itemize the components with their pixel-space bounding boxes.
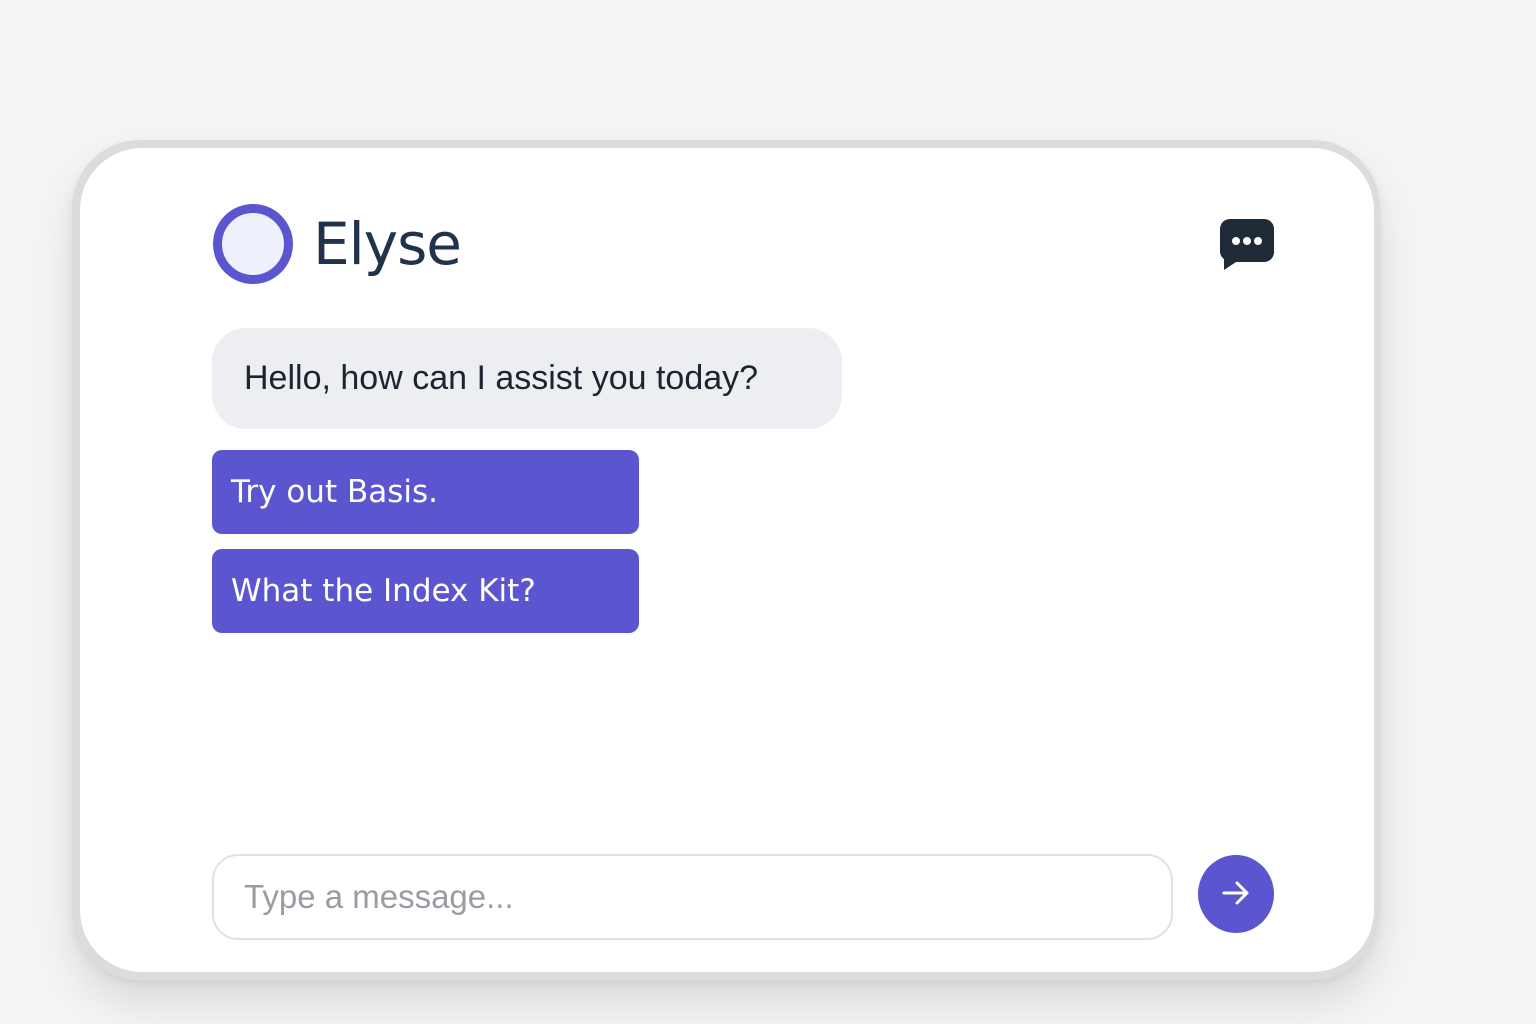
suggestion-label: What the Index Kit? [231,573,536,609]
app-title: Elyse [313,210,462,278]
message-input[interactable] [212,854,1173,940]
send-button[interactable] [1198,855,1274,933]
logo-ring-icon [213,204,293,284]
assistant-message-text: Hello, how can I assist you today? [244,359,759,397]
assistant-message-bubble: Hello, how can I assist you today? [212,328,842,429]
suggestion-button-index-kit[interactable]: What the Index Kit? [212,549,639,633]
suggestion-label: Try out Basis. [231,474,438,510]
arrow-right-icon [1219,876,1253,913]
chat-bubble-ellipsis-icon[interactable] [1220,218,1274,270]
suggestion-button-try-basis[interactable]: Try out Basis. [212,450,639,534]
